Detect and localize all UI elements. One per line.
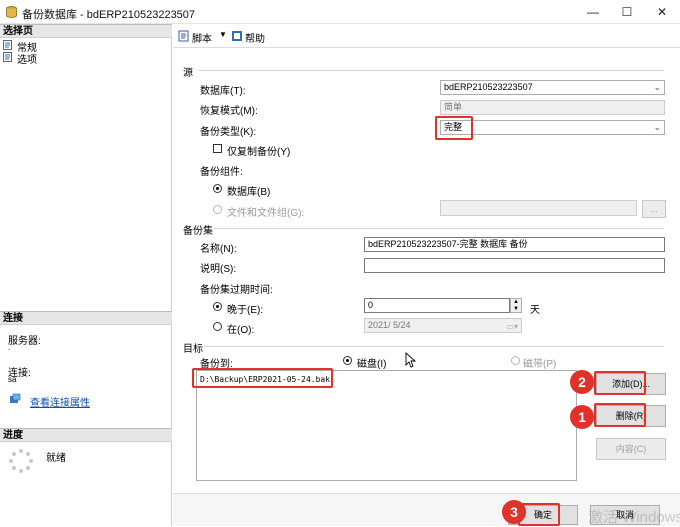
chevron-down-icon[interactable]: ▼ bbox=[219, 30, 227, 39]
page-icon bbox=[3, 40, 13, 50]
backup-set-section-header: 备份集 bbox=[183, 226, 213, 237]
window-title: 备份数据库 - bdERP210523223507 bbox=[22, 9, 196, 21]
disk-label: 磁盘(I) bbox=[357, 359, 387, 370]
source-section-header: 源 bbox=[183, 68, 193, 79]
server-label: 服务器: bbox=[8, 336, 41, 347]
days-spinner[interactable]: ▲ ▼ bbox=[510, 298, 522, 313]
help-button[interactable]: 帮助 bbox=[231, 29, 271, 45]
source-divider bbox=[198, 70, 664, 71]
expire-label: 备份集过期时间: bbox=[200, 285, 273, 296]
help-label: 帮助 bbox=[245, 34, 265, 45]
annotation-badge-1: 1 bbox=[570, 405, 594, 429]
server-value: . bbox=[8, 343, 11, 352]
database-value: bdERP210523223507 bbox=[444, 82, 533, 92]
progress-status: 就绪 bbox=[46, 453, 66, 464]
script-icon bbox=[178, 30, 190, 42]
backup-type-highlight bbox=[435, 116, 473, 140]
expire-after-radio[interactable] bbox=[213, 302, 222, 311]
calendar-icon: ▭▾ bbox=[506, 322, 518, 331]
connection-value: sa bbox=[8, 375, 17, 384]
description-label: 说明(S): bbox=[200, 264, 237, 275]
page-item-options[interactable]: 选项 bbox=[3, 51, 163, 66]
minimize-button[interactable]: — bbox=[576, 0, 610, 24]
path-highlight bbox=[192, 368, 333, 388]
disk-radio[interactable] bbox=[343, 356, 352, 365]
page-item-label: 选项 bbox=[17, 55, 37, 66]
expire-on-label: 在(O): bbox=[227, 325, 255, 336]
days-unit-label: 天 bbox=[530, 305, 540, 316]
backup-component-label: 备份组件: bbox=[200, 167, 243, 178]
component-files-radio[interactable] bbox=[213, 205, 222, 214]
title-bar: 备份数据库 - bdERP210523223507 — ☐ ✕ bbox=[0, 0, 680, 24]
page-item-general[interactable]: 常规 bbox=[3, 39, 163, 54]
progress-header: 进度 bbox=[0, 428, 172, 442]
backup-type-select[interactable]: 完整 ⌄ bbox=[440, 120, 665, 135]
backup-name-input[interactable]: bdERP210523223507-完整 数据库 备份 bbox=[364, 237, 665, 252]
script-button[interactable]: 脚本 ▼ bbox=[178, 29, 228, 45]
component-database-radio[interactable] bbox=[213, 184, 222, 193]
database-label: 数据库(T): bbox=[200, 86, 246, 97]
backup-type-label: 备份类型(K): bbox=[200, 127, 257, 138]
component-files-label: 文件和文件组(G): bbox=[227, 208, 305, 219]
backup-name-label: 名称(N): bbox=[200, 244, 237, 255]
expire-days-input[interactable]: 0 bbox=[364, 298, 510, 313]
chevron-down-icon: ⌄ bbox=[653, 82, 661, 92]
add-highlight bbox=[594, 371, 646, 395]
view-connection-properties-link[interactable]: 查看连接属性 bbox=[30, 394, 90, 409]
maximize-button[interactable]: ☐ bbox=[610, 0, 644, 24]
database-select[interactable]: bdERP210523223507 ⌄ bbox=[440, 80, 665, 95]
activate-windows-watermark: 激活 Windows bbox=[588, 509, 680, 526]
remove-highlight bbox=[594, 403, 646, 427]
cursor-icon bbox=[405, 351, 417, 368]
expire-date-value: 2021/ 5/24 bbox=[368, 320, 411, 330]
select-page-header: 选择页 bbox=[0, 24, 172, 38]
database-icon bbox=[6, 6, 17, 18]
page-icon bbox=[3, 52, 13, 62]
component-database-label: 数据库(B) bbox=[227, 187, 271, 198]
close-button[interactable]: ✕ bbox=[645, 0, 679, 24]
files-browse-button[interactable]: ... bbox=[642, 200, 666, 218]
tape-label: 磁带(P) bbox=[523, 359, 557, 370]
destination-divider bbox=[204, 346, 664, 347]
connection-properties-icon bbox=[9, 393, 21, 405]
recovery-model-value: 简单 bbox=[440, 100, 665, 115]
contents-button[interactable]: 内容(C) bbox=[596, 438, 666, 460]
copy-only-checkbox[interactable] bbox=[213, 144, 222, 153]
copy-only-label: 仅复制备份(Y) bbox=[227, 147, 291, 158]
expire-after-label: 晚于(E): bbox=[227, 305, 264, 316]
help-icon bbox=[231, 30, 243, 42]
chevron-down-icon: ⌄ bbox=[653, 122, 661, 132]
progress-spinner-icon bbox=[8, 448, 34, 474]
expire-on-radio[interactable] bbox=[213, 322, 222, 331]
recovery-model-label: 恢复模式(M): bbox=[200, 106, 258, 117]
annotation-badge-2: 2 bbox=[570, 370, 594, 394]
expire-date-input[interactable]: 2021/ 5/24 ▭▾ bbox=[364, 318, 522, 333]
connection-header: 连接 bbox=[0, 311, 172, 325]
destination-section-header: 目标 bbox=[183, 344, 203, 355]
files-input bbox=[440, 200, 637, 216]
tape-radio[interactable] bbox=[511, 356, 520, 365]
script-label: 脚本 bbox=[192, 34, 212, 45]
backup-set-divider bbox=[214, 228, 664, 229]
annotation-badge-3: 3 bbox=[502, 500, 526, 524]
description-input[interactable] bbox=[364, 258, 665, 273]
